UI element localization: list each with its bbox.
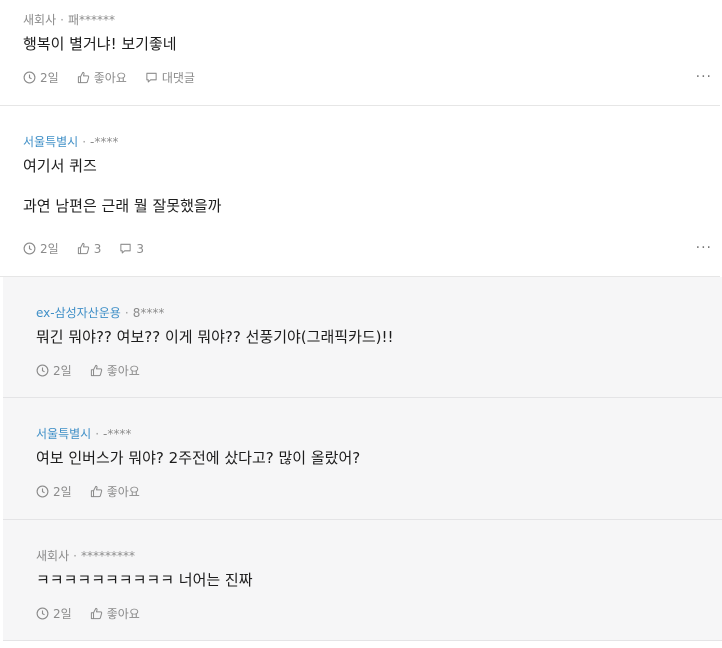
comment-actions: 2일 좋아요 — [36, 362, 158, 379]
author-company[interactable]: 새회사 — [36, 549, 69, 563]
like-label: 좋아요 — [93, 71, 127, 85]
meta-separator: · — [60, 13, 64, 27]
like-button[interactable]: 좋아요 — [77, 69, 127, 86]
like-button[interactable]: 좋아요 — [90, 483, 140, 500]
like-label: 좋아요 — [106, 607, 140, 621]
thumbs-up-icon — [90, 607, 102, 620]
reply-count: 3 — [136, 241, 144, 256]
comment-meta: 서울특별시 · -**** — [36, 425, 131, 442]
reply-comment: 서울특별시 · -**** 여보 인버스가 뭐야? 2주전에 샀다고? 많이 올랐어… — [3, 398, 722, 520]
meta-separator: · — [82, 135, 87, 149]
like-label: 좋아요 — [106, 364, 140, 378]
comment-text: ㅋㅋㅋㅋㅋㅋㅋㅋㅋㅋ 너어는 진짜 — [36, 571, 253, 589]
meta-separator: · — [124, 306, 129, 320]
timestamp: 2일 — [23, 69, 59, 86]
author-company[interactable]: 서울특별시 — [36, 427, 91, 441]
comment-actions: 2일 좋아요 — [36, 483, 158, 500]
author-name: 패****** — [67, 13, 115, 27]
speech-bubble-icon — [120, 243, 131, 254]
comment-text: 여보 인버스가 뭐야? 2주전에 샀다고? 많이 올랐어? — [36, 449, 361, 467]
thumbs-up-icon — [90, 364, 102, 377]
author-name: -**** — [103, 427, 132, 441]
comment-actions: 2일 3 3 — [23, 240, 162, 257]
timestamp: 2일 — [36, 605, 72, 622]
time-label: 2일 — [40, 71, 59, 85]
meta-separator: · — [95, 427, 100, 441]
author-company[interactable]: 새회사 — [23, 13, 56, 27]
more-options-button[interactable]: ··· — [696, 240, 712, 256]
meta-separator: · — [73, 549, 77, 563]
time-label: 2일 — [53, 607, 72, 621]
author-company[interactable]: 서울특별시 — [23, 135, 78, 149]
time-label: 2일 — [40, 242, 59, 256]
like-button[interactable]: 좋아요 — [90, 362, 140, 379]
like-count: 3 — [93, 241, 102, 256]
clock-icon — [23, 71, 36, 84]
comment-meta: 새회사 · 패****** — [23, 11, 115, 28]
reply-comment: 새회사 · ********* ㅋㅋㅋㅋㅋㅋㅋㅋㅋㅋ 너어는 진짜 2일 좋아요 — [3, 520, 722, 641]
timestamp: 2일 — [23, 240, 59, 257]
timestamp: 2일 — [36, 483, 72, 500]
like-button[interactable]: 좋아요 — [90, 605, 140, 622]
thumbs-up-icon — [77, 242, 89, 255]
speech-bubble-icon — [146, 72, 157, 83]
thumbs-up-icon — [77, 71, 89, 84]
reply-comment: ex-삼성자산운용 · 8**** 뭐긴 뭐야?? 여보?? 이게 뭐야?? 선풍기… — [3, 277, 722, 398]
comment-meta: 서울특별시 · -**** — [23, 133, 118, 150]
clock-icon — [36, 364, 49, 377]
author-name: -**** — [90, 135, 119, 149]
time-label: 2일 — [53, 364, 72, 378]
author-name: ********* — [80, 549, 135, 563]
comment: 서울특별시 · -**** 여기서 퀴즈 과연 남편은 근래 뭘 잘못했을까 2일 … — [0, 106, 720, 277]
clock-icon — [36, 607, 49, 620]
author-name: 8**** — [132, 306, 165, 320]
comment-text: 여기서 퀴즈 과연 남편은 근래 뭘 잘못했을까 — [23, 157, 222, 215]
author-company[interactable]: ex-삼성자산운용 — [36, 306, 121, 320]
comment-text: 뭐긴 뭐야?? 여보?? 이게 뭐야?? 선풍기야(그래픽카드)!! — [36, 328, 394, 346]
clock-icon — [36, 485, 49, 498]
timestamp: 2일 — [36, 362, 72, 379]
reply-label: 대댓글 — [161, 71, 195, 85]
reply-button[interactable]: 대댓글 — [145, 69, 195, 86]
reply-button[interactable]: 3 — [119, 242, 144, 256]
clock-icon — [23, 242, 36, 255]
comment: 새회사 · 패****** 행복이 별거냐! 보기좋네 2일 좋아요 대댓글 ··· — [0, 0, 720, 106]
like-label: 좋아요 — [106, 485, 140, 499]
thumbs-up-icon — [90, 485, 102, 498]
more-options-button[interactable]: ··· — [696, 69, 712, 85]
like-button[interactable]: 3 — [77, 241, 102, 256]
comment-meta: ex-삼성자산운용 · 8**** — [36, 304, 164, 321]
comment-actions: 2일 좋아요 대댓글 — [23, 69, 213, 86]
time-label: 2일 — [53, 485, 72, 499]
comment-text: 행복이 별거냐! 보기좋네 — [23, 35, 177, 53]
comment-meta: 새회사 · ********* — [36, 547, 135, 564]
comment-actions: 2일 좋아요 — [36, 605, 158, 622]
